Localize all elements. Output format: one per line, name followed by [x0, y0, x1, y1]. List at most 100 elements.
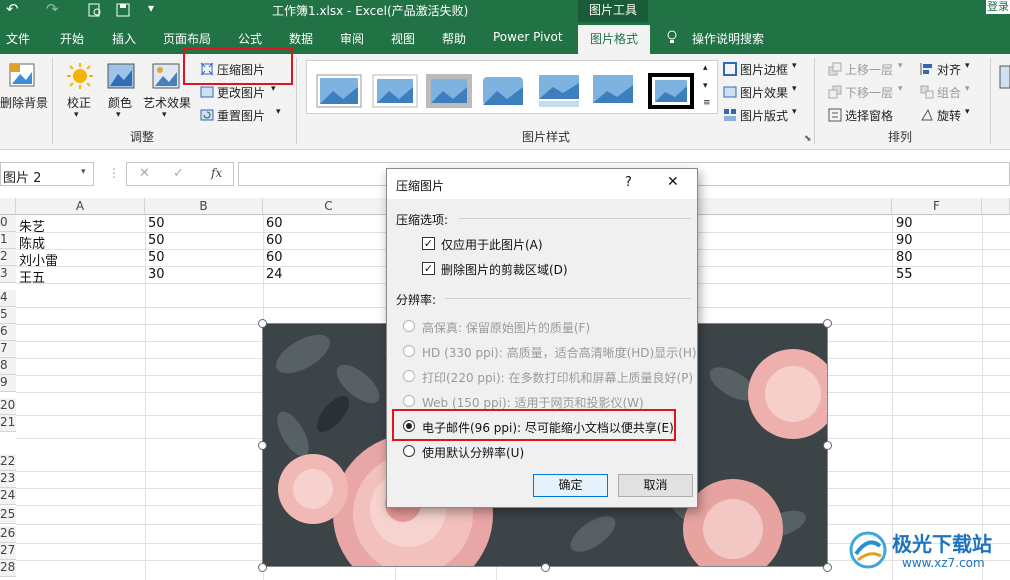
style-thumbnail[interactable]	[371, 71, 421, 111]
artistic-effects-label[interactable]: 艺术效果	[143, 94, 191, 111]
row-header[interactable]: 24	[0, 488, 16, 505]
send-backward-icon[interactable]	[828, 85, 842, 99]
gallery-up-icon[interactable]: ▴	[703, 63, 708, 73]
chevron-down-icon[interactable]: ▾	[276, 107, 281, 117]
resize-handle[interactable]	[823, 563, 832, 572]
column-header-g[interactable]	[982, 198, 1010, 215]
tab-view[interactable]: 视图	[391, 30, 415, 47]
cell-b[interactable]: 50	[148, 216, 165, 231]
rotate-icon[interactable]	[920, 108, 934, 122]
chevron-down-icon[interactable]: ▾	[965, 84, 970, 94]
color-picture-icon[interactable]	[107, 62, 135, 92]
picture-styles-gallery[interactable]: ▴ ▾ ≡	[306, 60, 718, 114]
chevron-down-icon[interactable]: ▾	[898, 61, 903, 71]
reset-picture-icon[interactable]	[200, 108, 214, 122]
undo-icon[interactable]: ↶	[6, 0, 19, 18]
cell-a[interactable]: 王五	[19, 267, 45, 286]
resize-handle[interactable]	[823, 441, 832, 450]
apply-only-this-checkbox[interactable]: ✓	[422, 237, 435, 250]
cancel-icon[interactable]: ✕	[139, 166, 150, 181]
corrections-label[interactable]: 校正	[67, 94, 91, 111]
row-header[interactable]: 23	[0, 471, 16, 488]
tab-picture-format[interactable]: 图片格式	[578, 25, 650, 54]
resolution-option-default[interactable]: 使用默认分辨率(U)	[422, 444, 524, 461]
rotate-button[interactable]: 旋转	[937, 107, 961, 124]
picture-border-button[interactable]: 图片边框	[740, 61, 788, 78]
chevron-down-icon[interactable]: ▾	[116, 110, 121, 120]
resolution-radio-default[interactable]	[403, 445, 415, 457]
tell-me-search[interactable]: 操作说明搜索	[692, 30, 764, 47]
resize-handle[interactable]	[258, 563, 267, 572]
bring-forward-icon[interactable]	[828, 62, 842, 76]
ok-button[interactable]: 确定	[533, 474, 608, 497]
picture-layout-button[interactable]: 图片版式	[740, 107, 788, 124]
chevron-down-icon[interactable]: ▾	[792, 61, 797, 71]
color-label[interactable]: 颜色	[108, 94, 132, 111]
artistic-effects-icon[interactable]	[152, 62, 180, 92]
enter-icon[interactable]: ✓	[173, 166, 184, 181]
dialog-launcher-icon[interactable]: ⬊	[804, 134, 812, 144]
selection-pane-icon[interactable]	[828, 108, 842, 122]
row-header[interactable]: 6	[0, 324, 16, 341]
redo-icon[interactable]: ↷	[46, 0, 59, 18]
row-header[interactable]: 25	[0, 507, 16, 524]
resize-handle[interactable]	[258, 441, 267, 450]
print-preview-icon[interactable]	[88, 3, 102, 20]
cell-b[interactable]: 30	[148, 267, 165, 282]
tab-insert[interactable]: 插入	[112, 30, 136, 47]
chevron-down-icon[interactable]: ▾	[271, 84, 276, 94]
group-objects-icon[interactable]	[920, 85, 934, 99]
resolution-radio-hd[interactable]	[403, 345, 415, 357]
cell-c[interactable]: 60	[266, 233, 283, 248]
apply-only-this-label[interactable]: 仅应用于此图片(A)	[441, 236, 543, 253]
style-thumbnail[interactable]	[535, 71, 585, 111]
login-button[interactable]: 登录	[986, 0, 1010, 14]
cell-c[interactable]: 60	[266, 250, 283, 265]
chevron-down-icon[interactable]: ▾	[898, 84, 903, 94]
delete-cropped-label[interactable]: 删除图片的剪裁区域(D)	[441, 261, 568, 278]
cell-f[interactable]: 90	[896, 233, 913, 248]
gallery-down-icon[interactable]: ▾	[703, 81, 708, 91]
tab-power-pivot[interactable]: Power Pivot	[493, 30, 563, 44]
name-box[interactable]: 图片 2 ▾	[0, 162, 94, 186]
tab-page-layout[interactable]: 页面布局	[163, 30, 211, 47]
picture-effects-icon[interactable]	[723, 85, 737, 99]
row-header[interactable]: 5	[0, 307, 16, 324]
resize-handle[interactable]	[541, 563, 550, 572]
reset-picture-button[interactable]: 重置图片	[217, 107, 265, 124]
close-button[interactable]: ✕	[667, 174, 679, 190]
delete-cropped-checkbox[interactable]: ✓	[422, 262, 435, 275]
row-header[interactable]: 21	[0, 415, 16, 432]
chevron-down-icon[interactable]: ▾	[162, 110, 167, 120]
help-button[interactable]: ?	[625, 175, 632, 190]
tab-help[interactable]: 帮助	[442, 30, 466, 47]
row-header[interactable]: 7	[0, 341, 16, 358]
tab-review[interactable]: 审阅	[340, 30, 364, 47]
row-header[interactable]: 0	[0, 215, 16, 232]
cell-c[interactable]: 60	[266, 216, 283, 231]
remove-background-icon[interactable]	[8, 62, 36, 92]
group-objects-button[interactable]: 组合	[937, 84, 961, 101]
cell-f[interactable]: 55	[896, 267, 913, 282]
row-header[interactable]: 3	[0, 266, 16, 283]
crop-icon[interactable]	[998, 62, 1010, 92]
style-thumbnail[interactable]	[425, 71, 475, 111]
corrections-sun-icon[interactable]	[66, 62, 94, 92]
send-backward-button[interactable]: 下移一层	[845, 84, 893, 101]
cell-c[interactable]: 24	[266, 267, 283, 282]
picture-border-icon[interactable]	[723, 62, 737, 76]
customize-toolbar-icon[interactable]: ▾	[148, 1, 154, 15]
column-header-a[interactable]: A	[16, 198, 145, 215]
resolution-option-print[interactable]: 打印(220 ppi): 在多数打印机和屏幕上质量良好(P)	[422, 369, 693, 386]
style-thumbnail[interactable]	[589, 71, 639, 111]
function-icon[interactable]: fx	[211, 166, 222, 180]
cell-b[interactable]: 50	[148, 233, 165, 248]
resolution-option-hd[interactable]: HD (330 ppi): 高质量，适合高清晰度(HD)显示(H)	[422, 344, 697, 361]
change-picture-icon[interactable]	[200, 85, 214, 99]
cell-b[interactable]: 50	[148, 250, 165, 265]
column-header-c[interactable]: C	[263, 198, 395, 215]
row-header[interactable]: 26	[0, 526, 16, 543]
row-header[interactable]: 20	[0, 398, 16, 415]
selection-pane-button[interactable]: 选择窗格	[845, 107, 893, 124]
style-thumbnail[interactable]	[647, 71, 697, 111]
